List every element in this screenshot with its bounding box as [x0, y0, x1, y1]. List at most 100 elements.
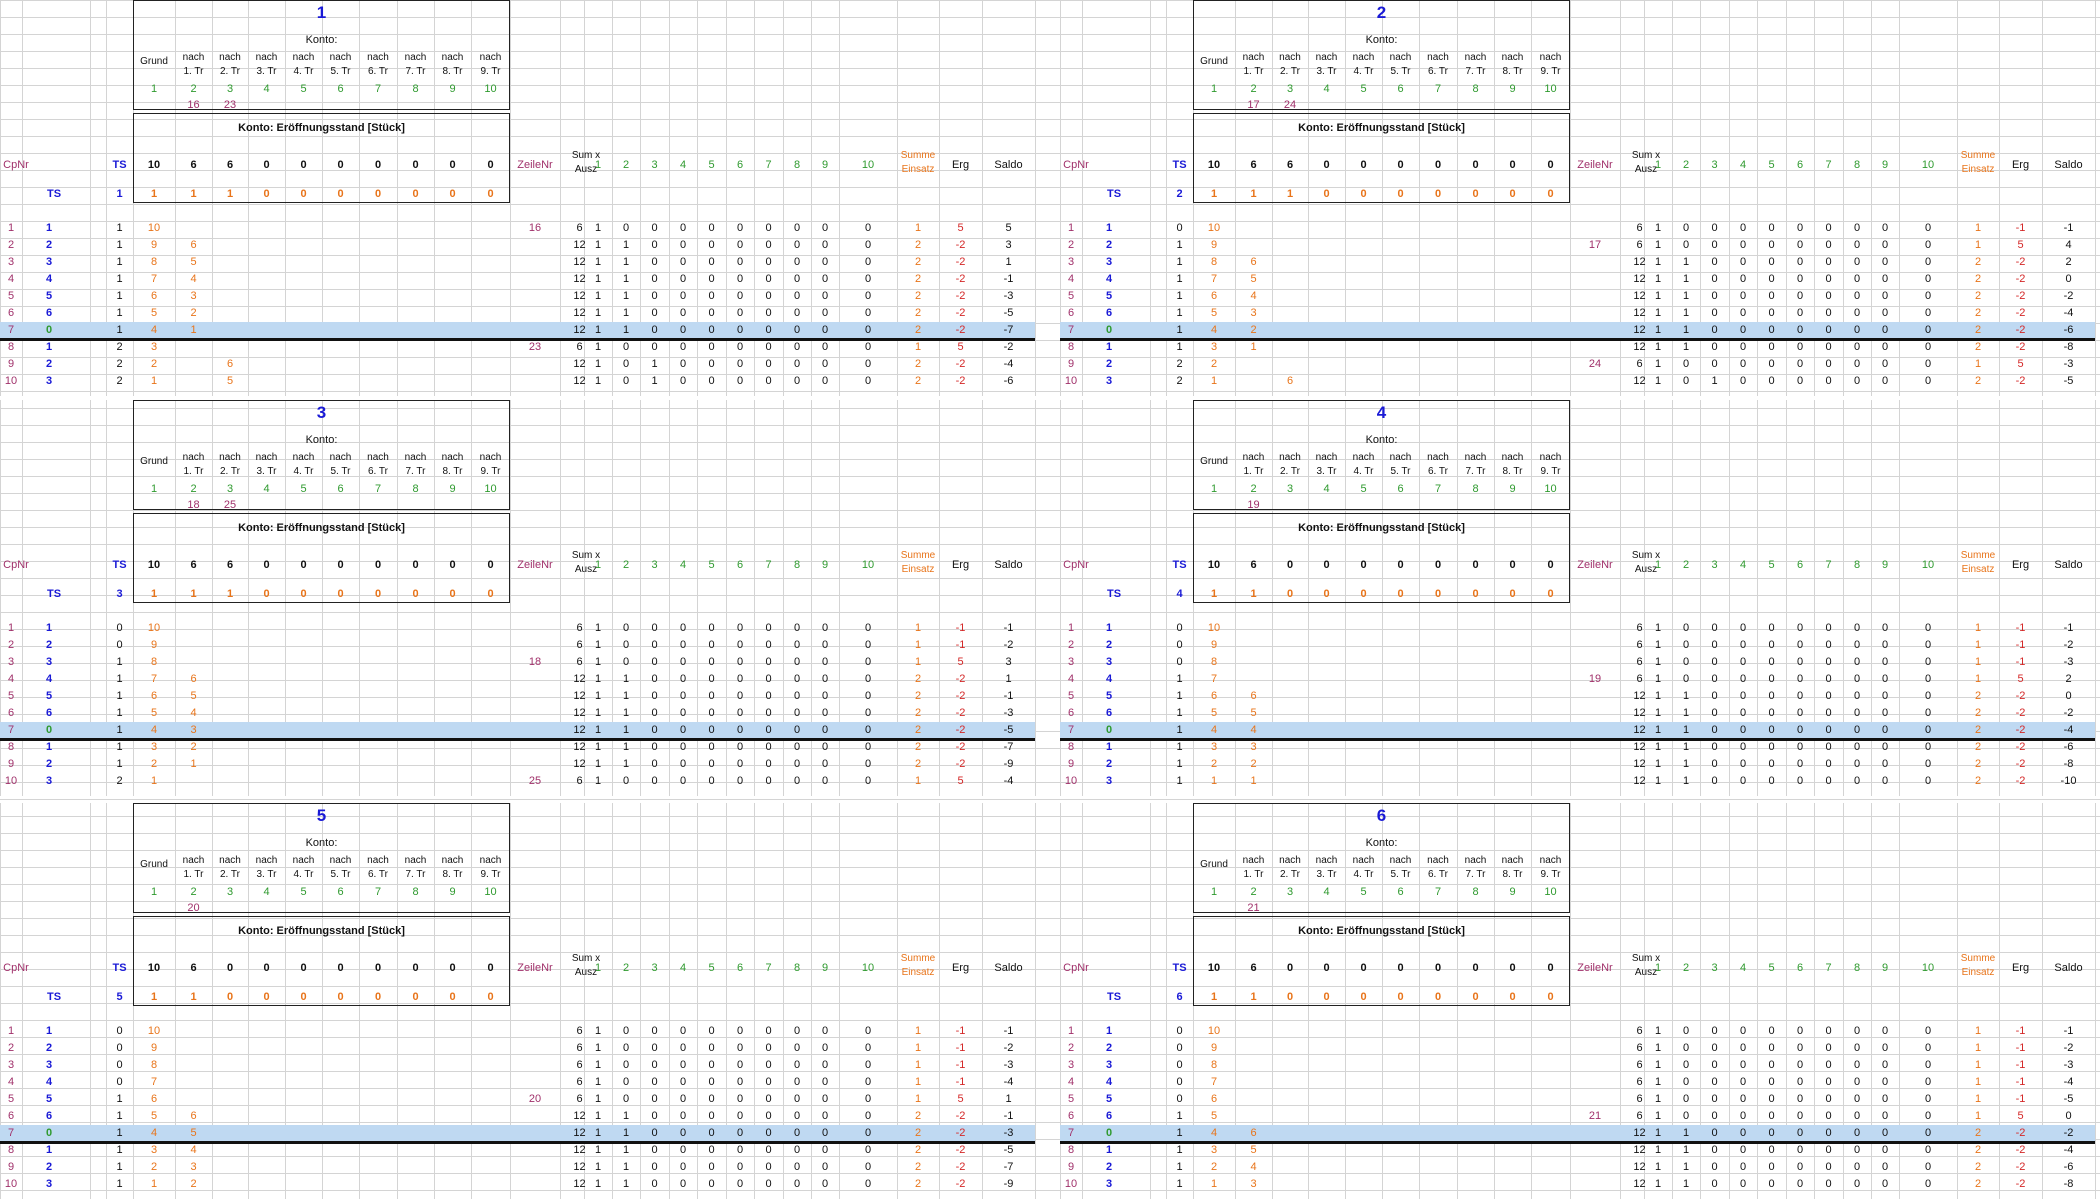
- ts-cell: 0: [45, 724, 53, 736]
- cpnr-cell: 6: [1067, 1110, 1075, 1122]
- einsatz-cell: 1: [914, 1093, 922, 1105]
- erg-cell: 5: [2017, 239, 2024, 251]
- dist-cell: 0: [1881, 273, 1889, 285]
- dist-cell: 1: [1654, 1076, 1662, 1088]
- einsatz-cell: 2: [914, 1161, 922, 1173]
- dist-cell: 0: [1768, 358, 1775, 370]
- dist-cell: 0: [1739, 222, 1747, 234]
- dist-cell: 0: [1881, 1127, 1889, 1139]
- dist-cell: 0: [1739, 1093, 1747, 1105]
- dist-cell: 1: [594, 1093, 602, 1105]
- zeilenr-cell: [510, 756, 560, 773]
- grund-cell: 5: [1210, 707, 1218, 719]
- dist-cell: 0: [679, 690, 687, 702]
- dist-cell: 0: [679, 273, 687, 285]
- dist-cell: 0: [765, 290, 772, 302]
- dist-cell: 0: [765, 1093, 772, 1105]
- zeilenr-cell: [510, 288, 560, 305]
- cpnr-cell: 4: [1067, 1076, 1075, 1088]
- cpnr-cell: 7: [7, 724, 15, 736]
- saldo-cell: -8: [2063, 1178, 2074, 1190]
- dist-cell: 1: [594, 690, 602, 702]
- einsatz-header: Einsatz: [901, 164, 935, 175]
- cpnr-cell: 7: [1067, 324, 1075, 336]
- opening-value: 0: [337, 159, 344, 171]
- saldo-cell: -10: [2060, 775, 2077, 787]
- nach-header: nach: [1427, 52, 1449, 63]
- dist-cell: 0: [1924, 741, 1932, 753]
- dist-cell: 1: [622, 1161, 630, 1173]
- konto-col-num: 5: [1360, 83, 1367, 95]
- dist-cell: 0: [793, 1076, 801, 1088]
- dist-cell: 0: [622, 1093, 630, 1105]
- dist-cell: 0: [793, 1178, 801, 1190]
- saldo-cell: -5: [1003, 307, 1014, 319]
- konto-ref: 16: [187, 99, 200, 111]
- dist-cell: 0: [1853, 256, 1861, 268]
- dist-cell: 0: [651, 341, 658, 353]
- grund-header: Grund: [140, 456, 168, 467]
- dist-cell: 0: [821, 307, 829, 319]
- grund-cell: [175, 356, 212, 373]
- einsatz-cell: 1: [1974, 622, 1982, 634]
- nach-header: nach: [1242, 52, 1265, 63]
- opening-value: 6: [190, 559, 197, 571]
- erg-cell: -2: [2015, 707, 2026, 719]
- dist-cell: 0: [679, 1144, 687, 1156]
- dist-cell: 0: [1682, 1093, 1690, 1105]
- n-cell: 1: [116, 707, 123, 719]
- ts-cell: 3: [45, 1178, 53, 1190]
- erg-cell: -2: [2015, 758, 2026, 770]
- tr-header: 8. Tr: [442, 869, 463, 880]
- saldo-cell: -3: [2063, 358, 2074, 370]
- dist-cell: 0: [1924, 690, 1932, 702]
- grund-cell: 10: [147, 622, 161, 634]
- dist-cell: 0: [1739, 690, 1747, 702]
- saldo-cell: 3: [1005, 656, 1012, 668]
- dist-cell: 0: [1682, 1110, 1690, 1122]
- spreadsheet-grid[interactable]: 1 Konto: Grund nach 1. Tr nach 2. Tr nach 3. Tr n…: [0, 0, 2100, 1199]
- grund-cell: 3: [190, 1161, 197, 1173]
- saldo-cell: 4: [2065, 239, 2072, 251]
- zeilenr-cell: [510, 1057, 560, 1074]
- dist-cell: 0: [821, 1042, 829, 1054]
- dist-cell: 0: [793, 1059, 801, 1071]
- erg-cell: -1: [955, 622, 966, 634]
- grund-cell: 2: [190, 741, 197, 753]
- cpnr-cell: 3: [7, 256, 15, 268]
- dist-cell: 0: [1768, 256, 1775, 268]
- ts-cell: 3: [1105, 256, 1113, 268]
- erg-cell: -2: [955, 1161, 966, 1173]
- grund-cell: [1235, 671, 1272, 688]
- konto-col-num: 7: [374, 83, 382, 95]
- dist-cell: 0: [1711, 222, 1718, 234]
- dist-cell: 0: [1796, 222, 1804, 234]
- grund-cell: 3: [1250, 1178, 1257, 1190]
- dist-cell: 0: [1682, 1076, 1690, 1088]
- einsatz-cell: 2: [1974, 724, 1982, 736]
- grund-cell: [175, 220, 212, 237]
- dist-cell: 0: [1711, 775, 1718, 787]
- nach-header: nach: [329, 52, 352, 63]
- erg-cell: -2: [955, 724, 966, 736]
- opening-value: 10: [147, 559, 161, 571]
- dist-cell: 1: [622, 1144, 630, 1156]
- dist-cell: 0: [1796, 307, 1804, 319]
- dist-cell: 0: [1924, 656, 1932, 668]
- dist-cell: 0: [821, 775, 829, 787]
- dist-cell: 0: [1739, 239, 1747, 251]
- opening-value: 0: [412, 159, 419, 171]
- flag-value: 0: [263, 991, 270, 1003]
- einsatz-cell: 2: [914, 673, 922, 685]
- saldo-cell: -2: [2063, 707, 2074, 719]
- dist-cell: 0: [1881, 1110, 1889, 1122]
- dist-cell: 0: [679, 1161, 687, 1173]
- opening-value: 0: [1547, 159, 1554, 171]
- grund-cell: 3: [1250, 741, 1257, 753]
- opening-value: 0: [1323, 559, 1330, 571]
- grund-cell: 4: [150, 324, 158, 336]
- ts-cell: 5: [45, 690, 53, 702]
- dist-cell: 1: [1682, 1144, 1690, 1156]
- n-cell: 0: [116, 1059, 123, 1071]
- einsatz-cell: 1: [1974, 239, 1982, 251]
